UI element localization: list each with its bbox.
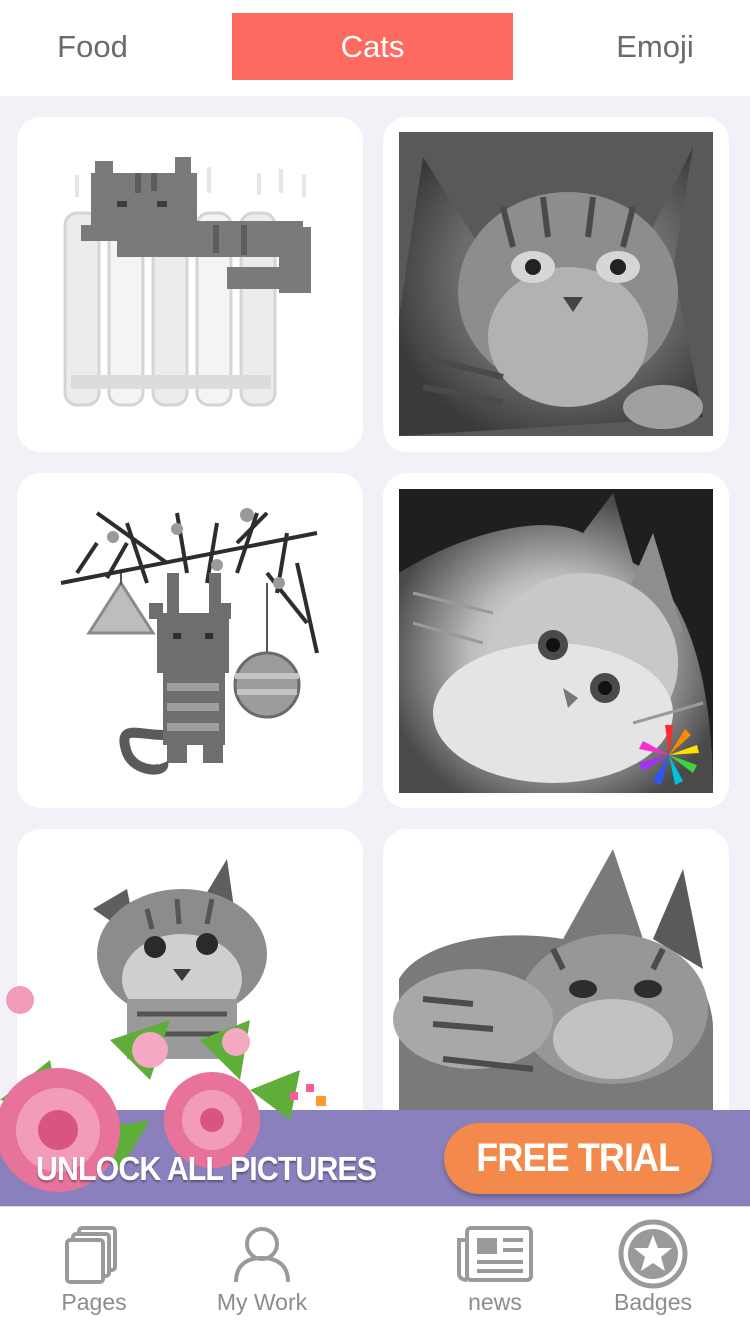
- tab-cats[interactable]: Cats: [232, 13, 513, 80]
- nav-news[interactable]: news: [440, 1207, 550, 1334]
- tab-food[interactable]: Food: [0, 13, 185, 80]
- pages-icon: [65, 1221, 123, 1287]
- category-tabs: Food Cats Emoji: [0, 0, 750, 96]
- picture-card-fluffy-kitten[interactable]: [383, 473, 729, 808]
- unlock-all-text: UNLOCK ALL PICTURES: [36, 1150, 377, 1187]
- fluffy-kitten-artwork: [399, 489, 713, 793]
- star-badge-icon: [618, 1219, 688, 1289]
- nav-badges-label: Badges: [613, 1289, 692, 1315]
- app-screen: Food Cats Emoji UNLOCK ALL PICTURES FREE…: [0, 0, 750, 1334]
- picture-card-cat-branch[interactable]: [17, 473, 363, 808]
- cat-branch-artwork: [60, 508, 319, 775]
- tab-emoji[interactable]: Emoji: [560, 13, 750, 80]
- picture-card-tabby-cat[interactable]: [383, 117, 729, 452]
- nav-pages[interactable]: Pages: [34, 1207, 154, 1334]
- bottom-nav: Pages My Work news Badges: [0, 1206, 750, 1334]
- nav-pages-label: Pages: [61, 1289, 127, 1315]
- cat-radiator-artwork: [63, 157, 311, 407]
- free-trial-label: FREE TRIAL: [476, 1136, 680, 1180]
- free-trial-button[interactable]: FREE TRIAL: [444, 1123, 712, 1194]
- nav-my-work[interactable]: My Work: [200, 1207, 324, 1334]
- nav-badges[interactable]: Badges: [598, 1207, 708, 1334]
- tabby-cat-artwork: [399, 132, 713, 436]
- nav-my-work-label: My Work: [216, 1289, 308, 1315]
- newspaper-icon: [455, 1221, 535, 1287]
- user-icon: [232, 1221, 292, 1287]
- nav-news-label: news: [468, 1289, 522, 1315]
- picture-card-cat-radiator[interactable]: [17, 117, 363, 452]
